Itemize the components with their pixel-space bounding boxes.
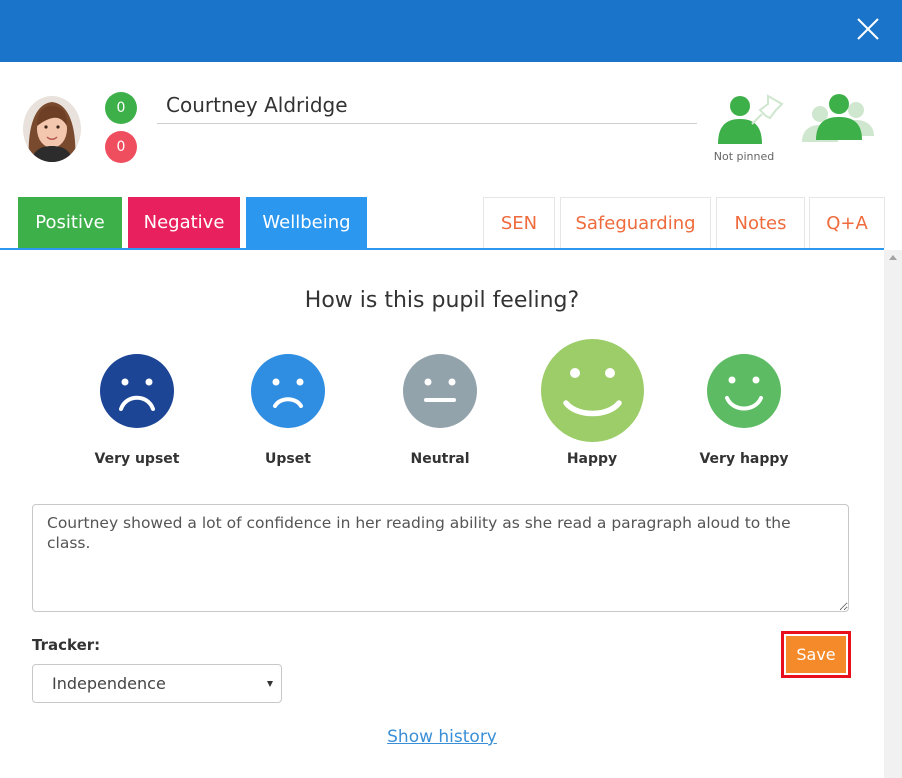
mood-label-very-upset: Very upset — [94, 451, 180, 467]
tracker-select[interactable]: Independence — [32, 664, 282, 703]
tab-safeguarding[interactable]: Safeguarding — [560, 197, 711, 248]
modal-header — [0, 0, 902, 62]
tab-wellbeing[interactable]: Wellbeing — [246, 197, 367, 248]
tab-negative[interactable]: Negative — [128, 197, 240, 248]
tab-notes[interactable]: Notes — [716, 197, 805, 248]
group-icon[interactable] — [800, 90, 876, 146]
pin-pupil-icon[interactable] — [710, 88, 790, 146]
tab-qa[interactable]: Q+A — [809, 197, 885, 248]
mood-label-upset: Upset — [265, 451, 311, 467]
mood-label-happy: Happy — [566, 451, 618, 467]
chevron-down-icon — [267, 681, 273, 687]
mood-label-very-happy: Very happy — [699, 451, 789, 467]
very-upset-face-icon[interactable] — [100, 354, 174, 428]
save-button[interactable]: Save — [786, 636, 846, 673]
tracker-selected-value: Independence — [52, 674, 166, 693]
pupil-name-field[interactable] — [157, 86, 697, 124]
tab-sen[interactable]: SEN — [483, 197, 555, 248]
positive-count-badge: 0 — [105, 92, 137, 124]
show-history-link[interactable]: Show history — [0, 727, 884, 747]
upset-face-icon[interactable] — [251, 354, 325, 428]
happy-face-icon[interactable] — [541, 339, 644, 442]
very-happy-face-icon[interactable] — [707, 354, 781, 428]
tracker-label: Tracker: — [32, 636, 101, 654]
scrollbar[interactable] — [884, 250, 902, 778]
avatar — [23, 96, 81, 162]
neutral-face-icon[interactable] — [403, 354, 477, 428]
tab-positive[interactable]: Positive — [18, 197, 122, 248]
negative-count-badge: 0 — [105, 131, 137, 163]
mood-label-neutral: Neutral — [410, 451, 470, 467]
scroll-up-arrow-icon[interactable] — [889, 255, 897, 260]
wellbeing-question: How is this pupil feeling? — [304, 288, 580, 313]
comment-textarea[interactable]: Courtney showed a lot of confidence in h… — [32, 504, 849, 612]
tab-divider — [0, 248, 884, 250]
pin-status-label: Not pinned — [713, 150, 775, 163]
close-icon[interactable] — [854, 15, 882, 43]
